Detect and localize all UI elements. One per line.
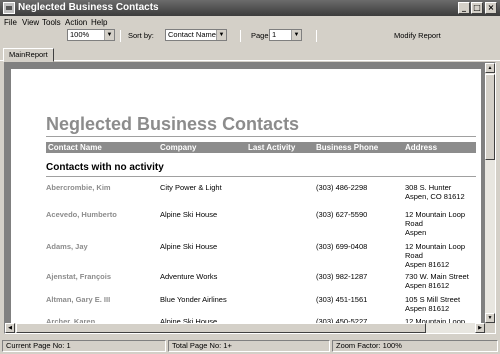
divider xyxy=(46,176,476,177)
toolbar-separator xyxy=(120,30,121,42)
status-current-page: Current Page No: 1 xyxy=(2,340,166,352)
scroll-left-icon[interactable]: ◀ xyxy=(5,323,15,333)
company: City Power & Light xyxy=(160,183,222,192)
page-combo[interactable]: 1 ▼ xyxy=(269,29,302,41)
company: Blue Yonder Airlines xyxy=(160,295,227,304)
close-icon[interactable]: × xyxy=(485,2,497,14)
maximize-icon[interactable]: □ xyxy=(471,2,483,14)
menu-bar: File View Tools Action Help xyxy=(0,16,500,29)
zoom-combo[interactable]: 100% ▼ xyxy=(67,29,115,41)
status-bar: Current Page No: 1 Total Page No: 1+ Zoo… xyxy=(0,338,500,354)
sort-combo[interactable]: Contact Name ▼ xyxy=(165,29,227,41)
toolbar-separator xyxy=(316,30,317,42)
minimize-icon[interactable]: _ xyxy=(458,2,470,14)
chevron-down-icon[interactable]: ▼ xyxy=(291,30,301,40)
horizontal-scroll-thumb[interactable] xyxy=(16,323,426,333)
menu-action[interactable]: Action xyxy=(65,18,87,27)
title-bar: Neglected Business Contacts _ □ × xyxy=(0,0,500,16)
column-header-contact-name: Contact Name xyxy=(48,143,102,152)
report-title: Neglected Business Contacts xyxy=(46,114,300,134)
status-total-pages: Total Page No: 1+ xyxy=(168,340,330,352)
menu-help[interactable]: Help xyxy=(91,18,107,27)
report-page: Neglected Business Contacts Contact Name… xyxy=(11,69,481,327)
vertical-scrollbar[interactable]: ▲ ▼ xyxy=(485,63,495,323)
sort-value: Contact Name xyxy=(168,30,216,39)
chevron-down-icon[interactable]: ▼ xyxy=(104,30,114,40)
page-value: 1 xyxy=(272,30,277,39)
business-phone: (303) 699-0408 xyxy=(316,242,368,251)
company: Adventure Works xyxy=(160,272,218,281)
toolbar-separator xyxy=(240,30,241,42)
contact-name: Adams, Jay xyxy=(46,242,88,251)
window-title: Neglected Business Contacts xyxy=(18,2,159,13)
horizontal-scrollbar[interactable]: ◀ ▶ xyxy=(5,323,485,333)
business-phone: (303) 627-5590 xyxy=(316,210,368,219)
scroll-corner xyxy=(485,323,495,333)
toolbar: 100% ▼ Sort by: Contact Name ▼ Page: 1 ▼… xyxy=(0,29,500,44)
sort-label: Sort by: xyxy=(128,31,154,40)
page-label: Page: xyxy=(251,31,271,40)
company: Alpine Ski House xyxy=(160,210,218,219)
app-icon[interactable] xyxy=(3,2,15,14)
column-header-row: Contact Name Company Last Activity Busin… xyxy=(46,142,476,153)
vertical-scroll-thumb[interactable] xyxy=(485,74,495,160)
menu-file[interactable]: File xyxy=(4,18,17,27)
status-zoom-factor: Zoom Factor: 100% xyxy=(332,340,498,352)
contact-name: Altman, Gary E. III xyxy=(46,295,111,304)
section-title: Contacts with no activity xyxy=(46,162,164,173)
scroll-right-icon[interactable]: ▶ xyxy=(475,323,485,333)
address: 308 S. Hunter Aspen, CO 81612 xyxy=(405,183,465,201)
column-header-last-activity: Last Activity xyxy=(248,143,296,152)
contact-name: Abercrombie, Kim xyxy=(46,183,111,192)
chevron-down-icon[interactable]: ▼ xyxy=(216,30,226,40)
menu-tools[interactable]: Tools xyxy=(42,18,61,27)
contact-name: Acevedo, Humberto xyxy=(46,210,117,219)
tab-strip: MainReport xyxy=(0,47,500,62)
column-header-business-phone: Business Phone xyxy=(316,143,379,152)
address: 12 Mountain Loop Road Aspen 81612 xyxy=(405,242,466,269)
address: 12 Mountain Loop Road Aspen xyxy=(405,210,466,237)
business-phone: (303) 451-1561 xyxy=(316,295,368,304)
menu-view[interactable]: View xyxy=(22,18,39,27)
contact-name: Ajenstat, François xyxy=(46,272,112,281)
modify-report-button[interactable]: Modify Report xyxy=(394,31,441,40)
scroll-down-icon[interactable]: ▼ xyxy=(485,313,495,323)
company: Alpine Ski House xyxy=(160,242,218,251)
zoom-value: 100% xyxy=(70,30,90,39)
business-phone: (303) 982-1287 xyxy=(316,272,368,281)
column-header-company: Company xyxy=(160,143,197,152)
column-header-address: Address xyxy=(405,143,438,152)
address: 105 S Mill Street Aspen 81612 xyxy=(405,295,461,313)
report-viewer: Neglected Business Contacts Contact Name… xyxy=(4,62,496,334)
business-phone: (303) 486-2298 xyxy=(316,183,368,192)
scroll-up-icon[interactable]: ▲ xyxy=(485,63,495,73)
divider xyxy=(46,136,476,137)
address: 730 W. Main Street Aspen 81612 xyxy=(405,272,469,290)
tab-mainreport[interactable]: MainReport xyxy=(3,48,54,62)
